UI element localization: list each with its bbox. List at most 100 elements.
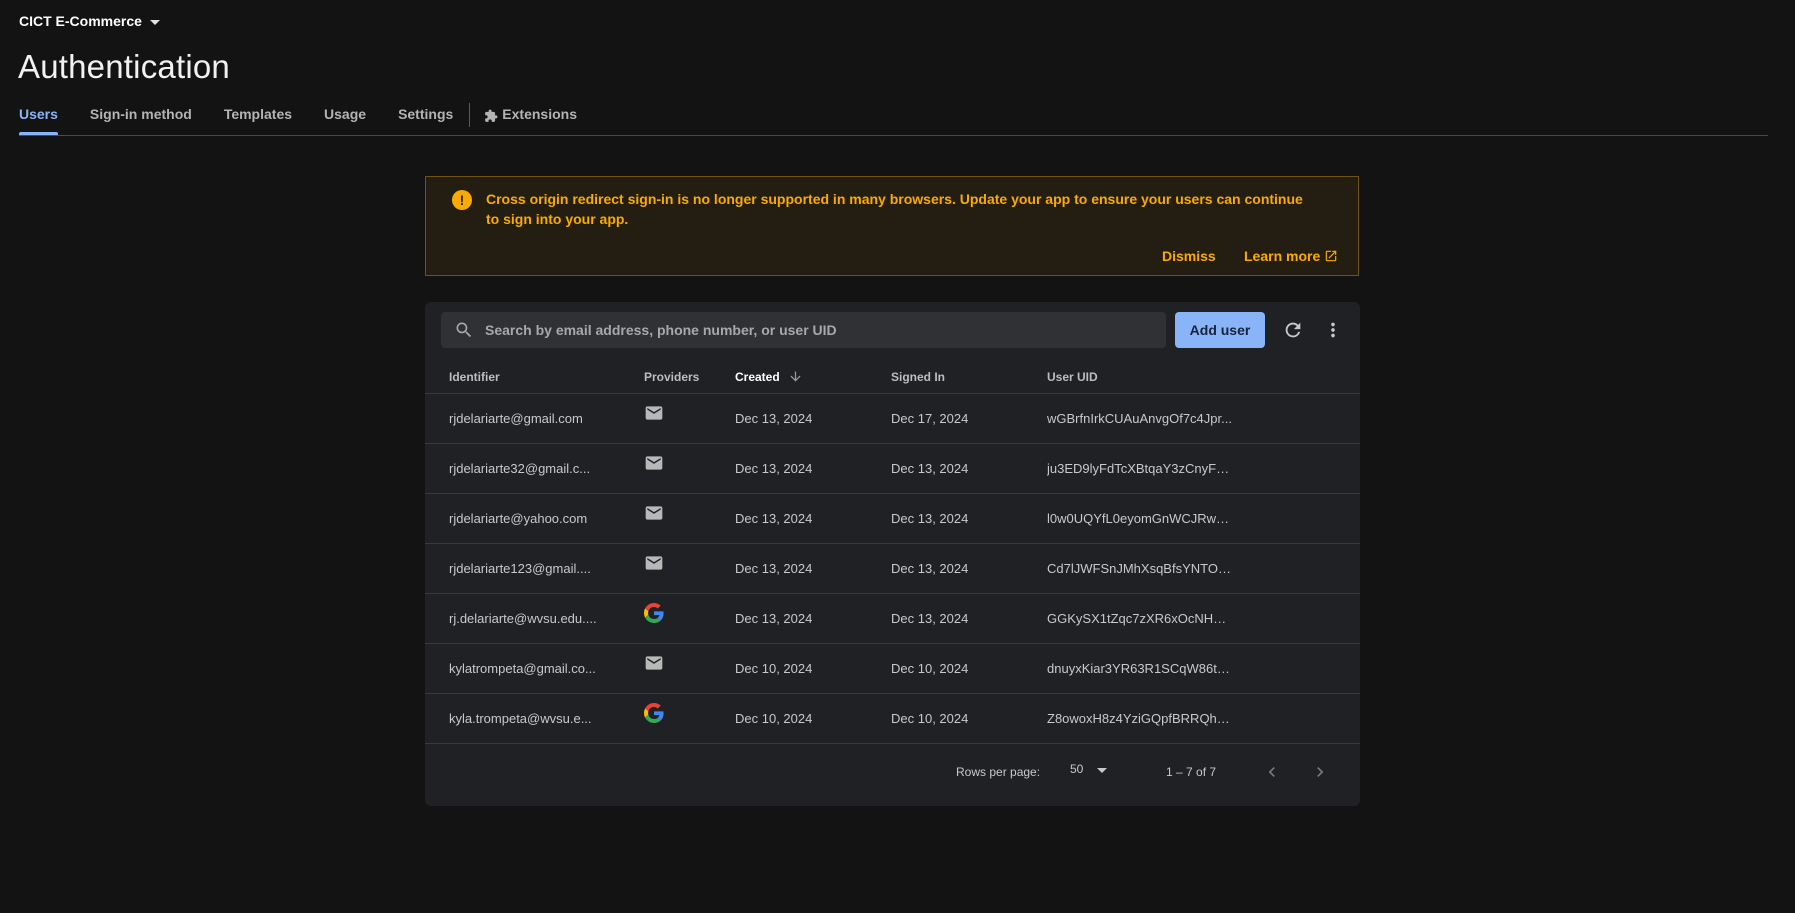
email-icon — [644, 406, 664, 426]
chevron-left-icon — [1268, 767, 1275, 777]
chevron-right-icon — [1317, 767, 1324, 777]
tab-sign-in-method[interactable]: Sign-in method — [90, 103, 192, 134]
tab-users[interactable]: Users — [19, 103, 58, 135]
learn-more-link[interactable]: Learn more — [1244, 248, 1338, 264]
row-signed-in: Dec 10, 2024 — [891, 711, 969, 726]
chevron-down-icon — [149, 19, 160, 25]
row-uid: Cd7lJWFSnJMhXsqBfsYNTOb... — [1047, 561, 1232, 576]
rows-per-page-label: Rows per page: — [956, 765, 1041, 779]
extensions-icon — [485, 109, 498, 122]
row-provider — [619, 403, 735, 426]
project-selector[interactable]: CICT E-Commerce — [19, 13, 160, 29]
row-uid: GGKySX1tZqc7zXR6xOcNHwe... — [1047, 611, 1232, 626]
tab-divider — [469, 103, 471, 127]
table-row[interactable]: kylatrompeta@gmail.co... Dec 10, 2024 Dec … — [425, 644, 1360, 694]
search-input[interactable] — [483, 321, 1147, 339]
rows-per-page-value: 50 — [1070, 762, 1084, 776]
header-created[interactable]: Created — [735, 369, 891, 384]
refresh-icon — [1285, 322, 1301, 338]
row-created: Dec 10, 2024 — [735, 661, 813, 676]
table-header: Identifier Providers Created Signed In U… — [425, 360, 1360, 394]
header-signed-in: Signed In — [891, 369, 945, 384]
tab-usage[interactable]: Usage — [324, 103, 366, 134]
add-user-button[interactable]: Add user — [1175, 312, 1265, 348]
next-page-button[interactable] — [1308, 760, 1332, 784]
row-created: Dec 13, 2024 — [735, 511, 813, 526]
warning-banner: ! Cross origin redirect sign-in is no lo… — [425, 176, 1359, 276]
row-provider — [619, 503, 735, 526]
row-uid: wGBrfnIrkCUAuAnvgOf7c4Jpr... — [1047, 411, 1232, 426]
chevron-down-icon — [1097, 767, 1108, 773]
row-identifier: rjdelariarte32@gmail.c... — [449, 461, 591, 476]
project-name: CICT E-Commerce — [19, 13, 142, 29]
google-icon — [644, 703, 664, 726]
page-title: Authentication — [18, 48, 230, 85]
header-created-label: Created — [735, 369, 780, 384]
tab-label: Settings — [398, 106, 454, 122]
search-box[interactable] — [441, 312, 1166, 348]
row-identifier: rjdelariarte@yahoo.com — [449, 511, 588, 526]
row-identifier: kyla.trompeta@wvsu.e... — [449, 711, 592, 726]
table-row[interactable]: rjdelariarte@gmail.com Dec 13, 2024 Dec 17… — [425, 394, 1360, 444]
email-icon — [644, 456, 664, 476]
search-icon — [456, 322, 472, 338]
row-identifier: kylatrompeta@gmail.co... — [449, 661, 596, 676]
row-signed-in: Dec 13, 2024 — [891, 611, 969, 626]
row-provider — [619, 653, 735, 676]
refresh-button[interactable] — [1281, 318, 1305, 342]
warning-icon: ! — [452, 190, 472, 210]
row-provider — [619, 703, 735, 726]
row-created: Dec 13, 2024 — [735, 411, 813, 426]
tab-bar: Users Sign-in method Templates Usage Set… — [19, 103, 1768, 136]
banner-message: Cross origin redirect sign-in is no long… — [486, 191, 1303, 227]
row-provider — [619, 453, 735, 476]
row-uid: dnuyxKiar3YR63R1SCqW86t6... — [1047, 661, 1232, 676]
learn-more-label: Learn more — [1244, 248, 1321, 264]
email-icon — [644, 556, 664, 576]
table-row[interactable]: rjdelariarte32@gmail.c... Dec 13, 2024 Dec… — [425, 444, 1360, 494]
tab-label: Extensions — [502, 106, 577, 122]
email-icon — [644, 656, 664, 676]
pagination: Rows per page: 50 1 – 7 of 7 — [425, 760, 1360, 784]
table-row[interactable]: rjdelariarte123@gmail.... Dec 13, 2024 Dec… — [425, 544, 1360, 594]
email-icon — [644, 506, 664, 526]
tab-extensions[interactable]: Extensions — [484, 103, 577, 134]
tab-label: Sign-in method — [89, 106, 192, 122]
row-signed-in: Dec 13, 2024 — [891, 461, 969, 476]
row-created: Dec 13, 2024 — [735, 611, 813, 626]
row-uid: l0w0UQYfL0eyomGnWCJRw0... — [1047, 511, 1232, 526]
tab-label: Users — [19, 106, 58, 122]
header-providers: Providers — [644, 369, 700, 384]
header-identifier: Identifier — [449, 369, 500, 384]
dismiss-button[interactable]: Dismiss — [1162, 248, 1216, 264]
row-provider — [619, 603, 735, 626]
previous-page-button[interactable] — [1260, 760, 1284, 784]
open-in-new-icon — [1326, 250, 1337, 262]
header-uid: User UID — [1047, 369, 1098, 384]
tab-templates[interactable]: Templates — [224, 103, 292, 134]
row-created: Dec 13, 2024 — [735, 561, 813, 576]
row-provider — [619, 553, 735, 576]
row-uid: ju3ED9lyFdTcXBtqaY3zCnyFR... — [1047, 461, 1232, 476]
users-table: Identifier Providers Created Signed In U… — [425, 360, 1360, 744]
google-icon — [644, 603, 664, 626]
row-identifier: rj.delariarte@wvsu.edu.... — [449, 611, 597, 626]
rows-per-page-select[interactable]: 50 — [1070, 762, 1108, 776]
pagination-range: 1 – 7 of 7 — [1166, 765, 1217, 779]
more-options-button[interactable] — [1321, 318, 1345, 342]
more-vert-icon — [1331, 322, 1335, 338]
tab-label: Usage — [324, 106, 367, 122]
table-row[interactable]: rjdelariarte@yahoo.com Dec 13, 2024 Dec 13… — [425, 494, 1360, 544]
users-card: Add user Identifier Providers Created Si… — [425, 302, 1360, 806]
row-created: Dec 13, 2024 — [735, 461, 813, 476]
dismiss-label: Dismiss — [1162, 248, 1216, 264]
row-identifier: rjdelariarte@gmail.com — [449, 411, 583, 426]
row-created: Dec 10, 2024 — [735, 711, 813, 726]
row-signed-in: Dec 13, 2024 — [891, 511, 969, 526]
row-identifier: rjdelariarte123@gmail.... — [449, 561, 591, 576]
table-row[interactable]: kyla.trompeta@wvsu.e... Dec 10, 2024 Dec 1… — [425, 694, 1360, 744]
tab-settings[interactable]: Settings — [398, 103, 453, 134]
row-uid: Z8owoxH8z4YziGQpfBRRQhw... — [1047, 711, 1232, 726]
tab-label: Templates — [223, 106, 293, 122]
table-row[interactable]: rj.delariarte@wvsu.edu.... Dec 13, 2024 De… — [425, 594, 1360, 644]
